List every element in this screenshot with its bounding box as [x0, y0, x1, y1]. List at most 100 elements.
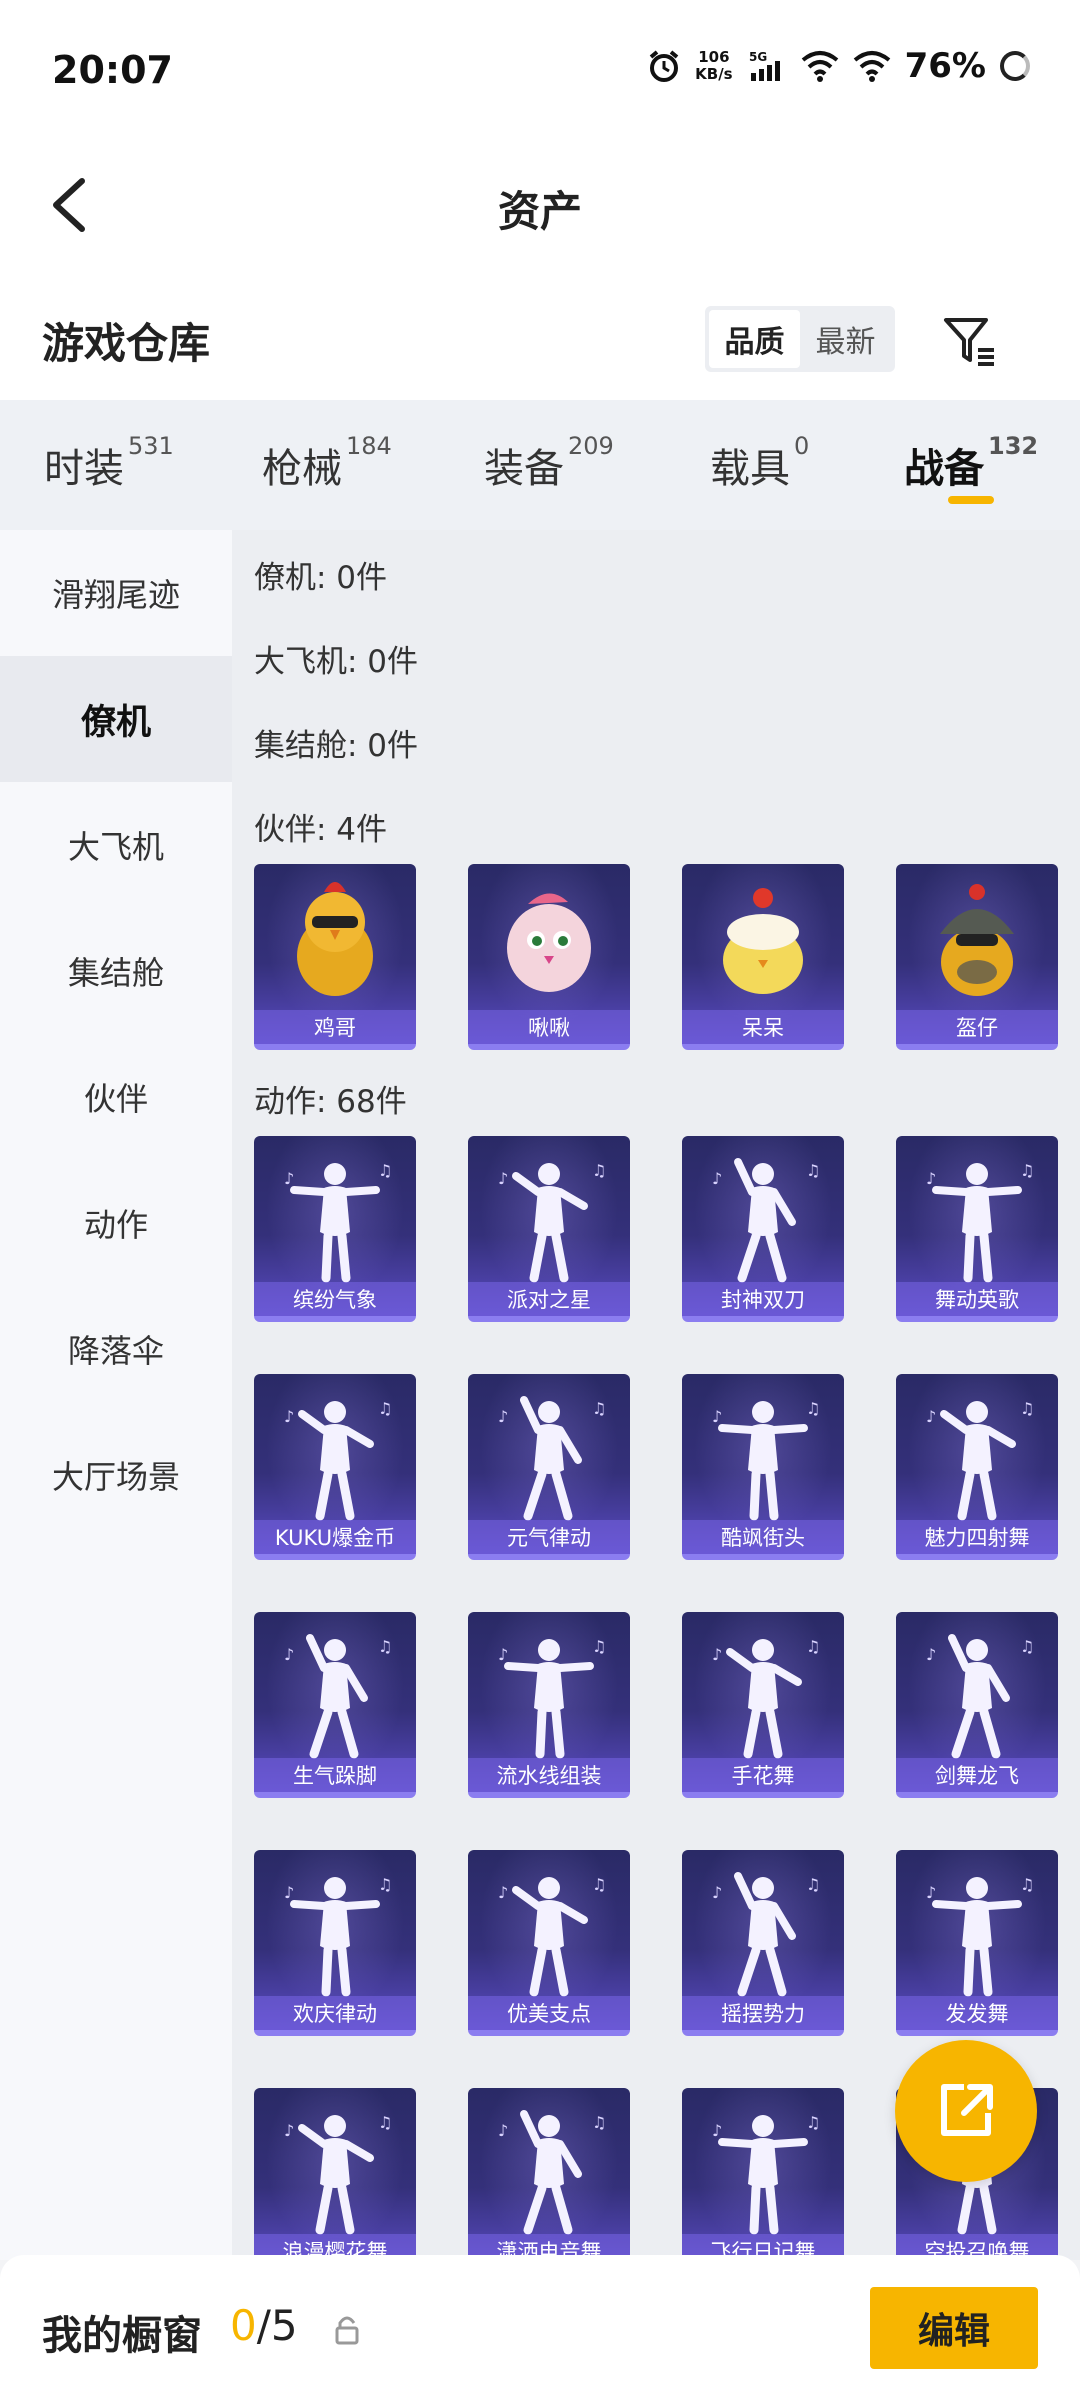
card-label: 舞动英歌	[896, 1282, 1058, 1316]
sidebar-item-action[interactable]: 动作	[0, 1160, 232, 1286]
card-label: 摇摆势力	[682, 1996, 844, 2030]
action-card[interactable]: ♪ ♫ 封神双刀	[682, 1136, 844, 1322]
svg-text:♪: ♪	[712, 2121, 722, 2140]
section-wingman: 僚机: 0件	[254, 560, 388, 596]
action-card[interactable]: ♪ ♫ 酷飒街头	[682, 1374, 844, 1560]
warehouse-header: 游戏仓库 品质 最新	[0, 270, 1080, 400]
wifi-icon-secondary	[853, 51, 890, 82]
share-button[interactable]	[895, 2040, 1037, 2182]
sidebar-item-lobby-scene[interactable]: 大厅场景	[0, 1412, 232, 1538]
svg-text:♫: ♫	[592, 2113, 606, 2132]
action-card[interactable]: ♪ ♫ 手花舞	[682, 1612, 844, 1798]
partner-card[interactable]: 呆呆	[682, 864, 844, 1050]
svg-text:♪: ♪	[498, 1645, 508, 1664]
action-card[interactable]: ♪ ♫ KUKU爆金币	[254, 1374, 416, 1560]
sidebar-item-partner[interactable]: 伙伴	[0, 1034, 232, 1160]
action-card[interactable]: ♪ ♫ 优美支点	[468, 1850, 630, 2036]
action-card[interactable]: ♪ ♫ 流水线组装	[468, 1612, 630, 1798]
svg-text:♫: ♫	[1020, 1637, 1034, 1656]
dancer-figure-icon: ♪♫	[712, 1158, 820, 1283]
svg-text:♫: ♫	[378, 1637, 392, 1656]
net-speed: 106 KB/s	[695, 48, 733, 83]
card-label: 鸡哥	[254, 1010, 416, 1044]
action-card[interactable]: ♪ ♫ 摇摆势力	[682, 1850, 844, 2036]
card-label: 欢庆律动	[254, 1996, 416, 2030]
dancer-figure-icon: ♪♫	[284, 1634, 392, 1759]
status-time: 20:07	[52, 48, 173, 92]
section-pod: 集结舱: 0件	[254, 728, 419, 764]
action-card[interactable]: ♪ ♫ 舞动英歌	[896, 1136, 1058, 1322]
svg-text:♫: ♫	[1020, 1399, 1034, 1418]
action-card[interactable]: ♪ ♫ 缤纷气象	[254, 1136, 416, 1322]
svg-text:♪: ♪	[926, 1883, 936, 1902]
action-card[interactable]: ♪ ♫ 派对之星	[468, 1136, 630, 1322]
dancer-figure-icon: ♪♫	[284, 1399, 392, 1521]
filter-button[interactable]	[940, 310, 1000, 370]
dancer-figure-icon: ♪♫	[926, 1634, 1034, 1759]
showcase-label: 我的橱窗	[42, 2313, 202, 2359]
svg-text:♪: ♪	[284, 1169, 294, 1188]
card-label: 呆呆	[682, 1010, 844, 1044]
card-label: 生气跺脚	[254, 1758, 416, 1792]
dancer-figure-icon: ♪♫	[498, 1875, 606, 1997]
svg-text:♪: ♪	[926, 1169, 936, 1188]
section-big-plane: 大飞机: 0件	[254, 644, 419, 680]
action-card[interactable]: ♪ ♫ 元气律动	[468, 1374, 630, 1560]
action-card[interactable]: ♪ ♫ 生气跺脚	[254, 1612, 416, 1798]
action-card[interactable]: ♪ ♫ 欢庆律动	[254, 1850, 416, 2036]
card-label: 封神双刀	[682, 1282, 844, 1316]
svg-text:♪: ♪	[284, 2121, 294, 2140]
card-label: 酷飒街头	[682, 1520, 844, 1554]
tab-firearms[interactable]: 枪械 184	[262, 432, 392, 494]
svg-text:♪: ♪	[498, 1883, 508, 1902]
tab-equipment[interactable]: 装备 209	[484, 432, 614, 494]
svg-text:♫: ♫	[1020, 1161, 1034, 1180]
lock-icon	[335, 2316, 359, 2345]
dancer-figure-icon: ♪♫	[712, 2113, 820, 2235]
svg-text:♪: ♪	[712, 1169, 722, 1188]
action-card[interactable]: ♪ ♫ 浪漫樱花舞	[254, 2088, 416, 2260]
active-tab-indicator	[948, 496, 994, 504]
alarm-icon	[649, 50, 679, 82]
action-card[interactable]: ♪ ♫ 魅力四射舞	[896, 1374, 1058, 1560]
svg-text:♫: ♫	[592, 1399, 606, 1418]
action-card[interactable]: ♪ ♫ 飞行日记舞	[682, 2088, 844, 2260]
sidebar-item-big-plane[interactable]: 大飞机	[0, 782, 232, 908]
sort-toggle: 品质 最新	[705, 306, 895, 372]
action-card[interactable]: ♪ ♫ 剑舞龙飞	[896, 1612, 1058, 1798]
dancer-figure-icon: ♪♫	[712, 1637, 820, 1759]
partner-card[interactable]: 鸡哥	[254, 864, 416, 1050]
sidebar-item-glide-trail[interactable]: 滑翔尾迹	[0, 530, 232, 656]
battery-percent: 76%	[904, 46, 986, 86]
dancer-figure-icon: ♪♫	[284, 1875, 392, 1997]
tab-vehicles[interactable]: 载具 0	[710, 432, 809, 494]
sidebar-item-parachute[interactable]: 降落伞	[0, 1286, 232, 1412]
edit-button[interactable]: 编辑	[870, 2287, 1038, 2369]
action-card[interactable]: ♪ ♫ 发发舞	[896, 1850, 1058, 2036]
tab-readiness[interactable]: 战备 132	[904, 432, 1038, 494]
pink-bird-mascot-icon	[507, 893, 591, 992]
card-label: 魅力四射舞	[896, 1520, 1058, 1554]
partner-card[interactable]: 啾啾	[468, 864, 630, 1050]
svg-text:♫: ♫	[806, 1399, 820, 1418]
sidebar-item-wingman[interactable]: 僚机	[0, 656, 232, 782]
partner-card[interactable]: 盔仔	[896, 864, 1058, 1050]
dancer-figure-icon: ♪♫	[284, 1161, 392, 1283]
dancer-figure-icon: ♪♫	[498, 1396, 606, 1521]
card-label: 手花舞	[682, 1758, 844, 1792]
sort-newest-option[interactable]: 最新	[800, 310, 891, 368]
tab-fashion[interactable]: 时装 531	[44, 432, 174, 494]
top-header: 资产	[0, 140, 1080, 270]
card-label: 剑舞龙飞	[896, 1758, 1058, 1792]
svg-text:♪: ♪	[498, 2121, 508, 2140]
section-partner: 伙伴: 4件	[254, 812, 388, 848]
dancer-figure-icon: ♪♫	[926, 1875, 1034, 1997]
content-panel: 僚机: 0件 大飞机: 0件 集结舱: 0件 伙伴: 4件 鸡哥 啾啾 呆呆 盔…	[232, 530, 1080, 2260]
share-icon	[941, 2084, 993, 2136]
sidebar-item-pod[interactable]: 集结舱	[0, 908, 232, 1034]
svg-text:♪: ♪	[284, 1407, 294, 1426]
warehouse-title: 游戏仓库	[42, 319, 211, 368]
sort-quality-option[interactable]: 品质	[709, 310, 800, 368]
action-card[interactable]: ♪ ♫ 潇洒电音舞	[468, 2088, 630, 2260]
dancer-figure-icon: ♪♫	[926, 1399, 1034, 1521]
